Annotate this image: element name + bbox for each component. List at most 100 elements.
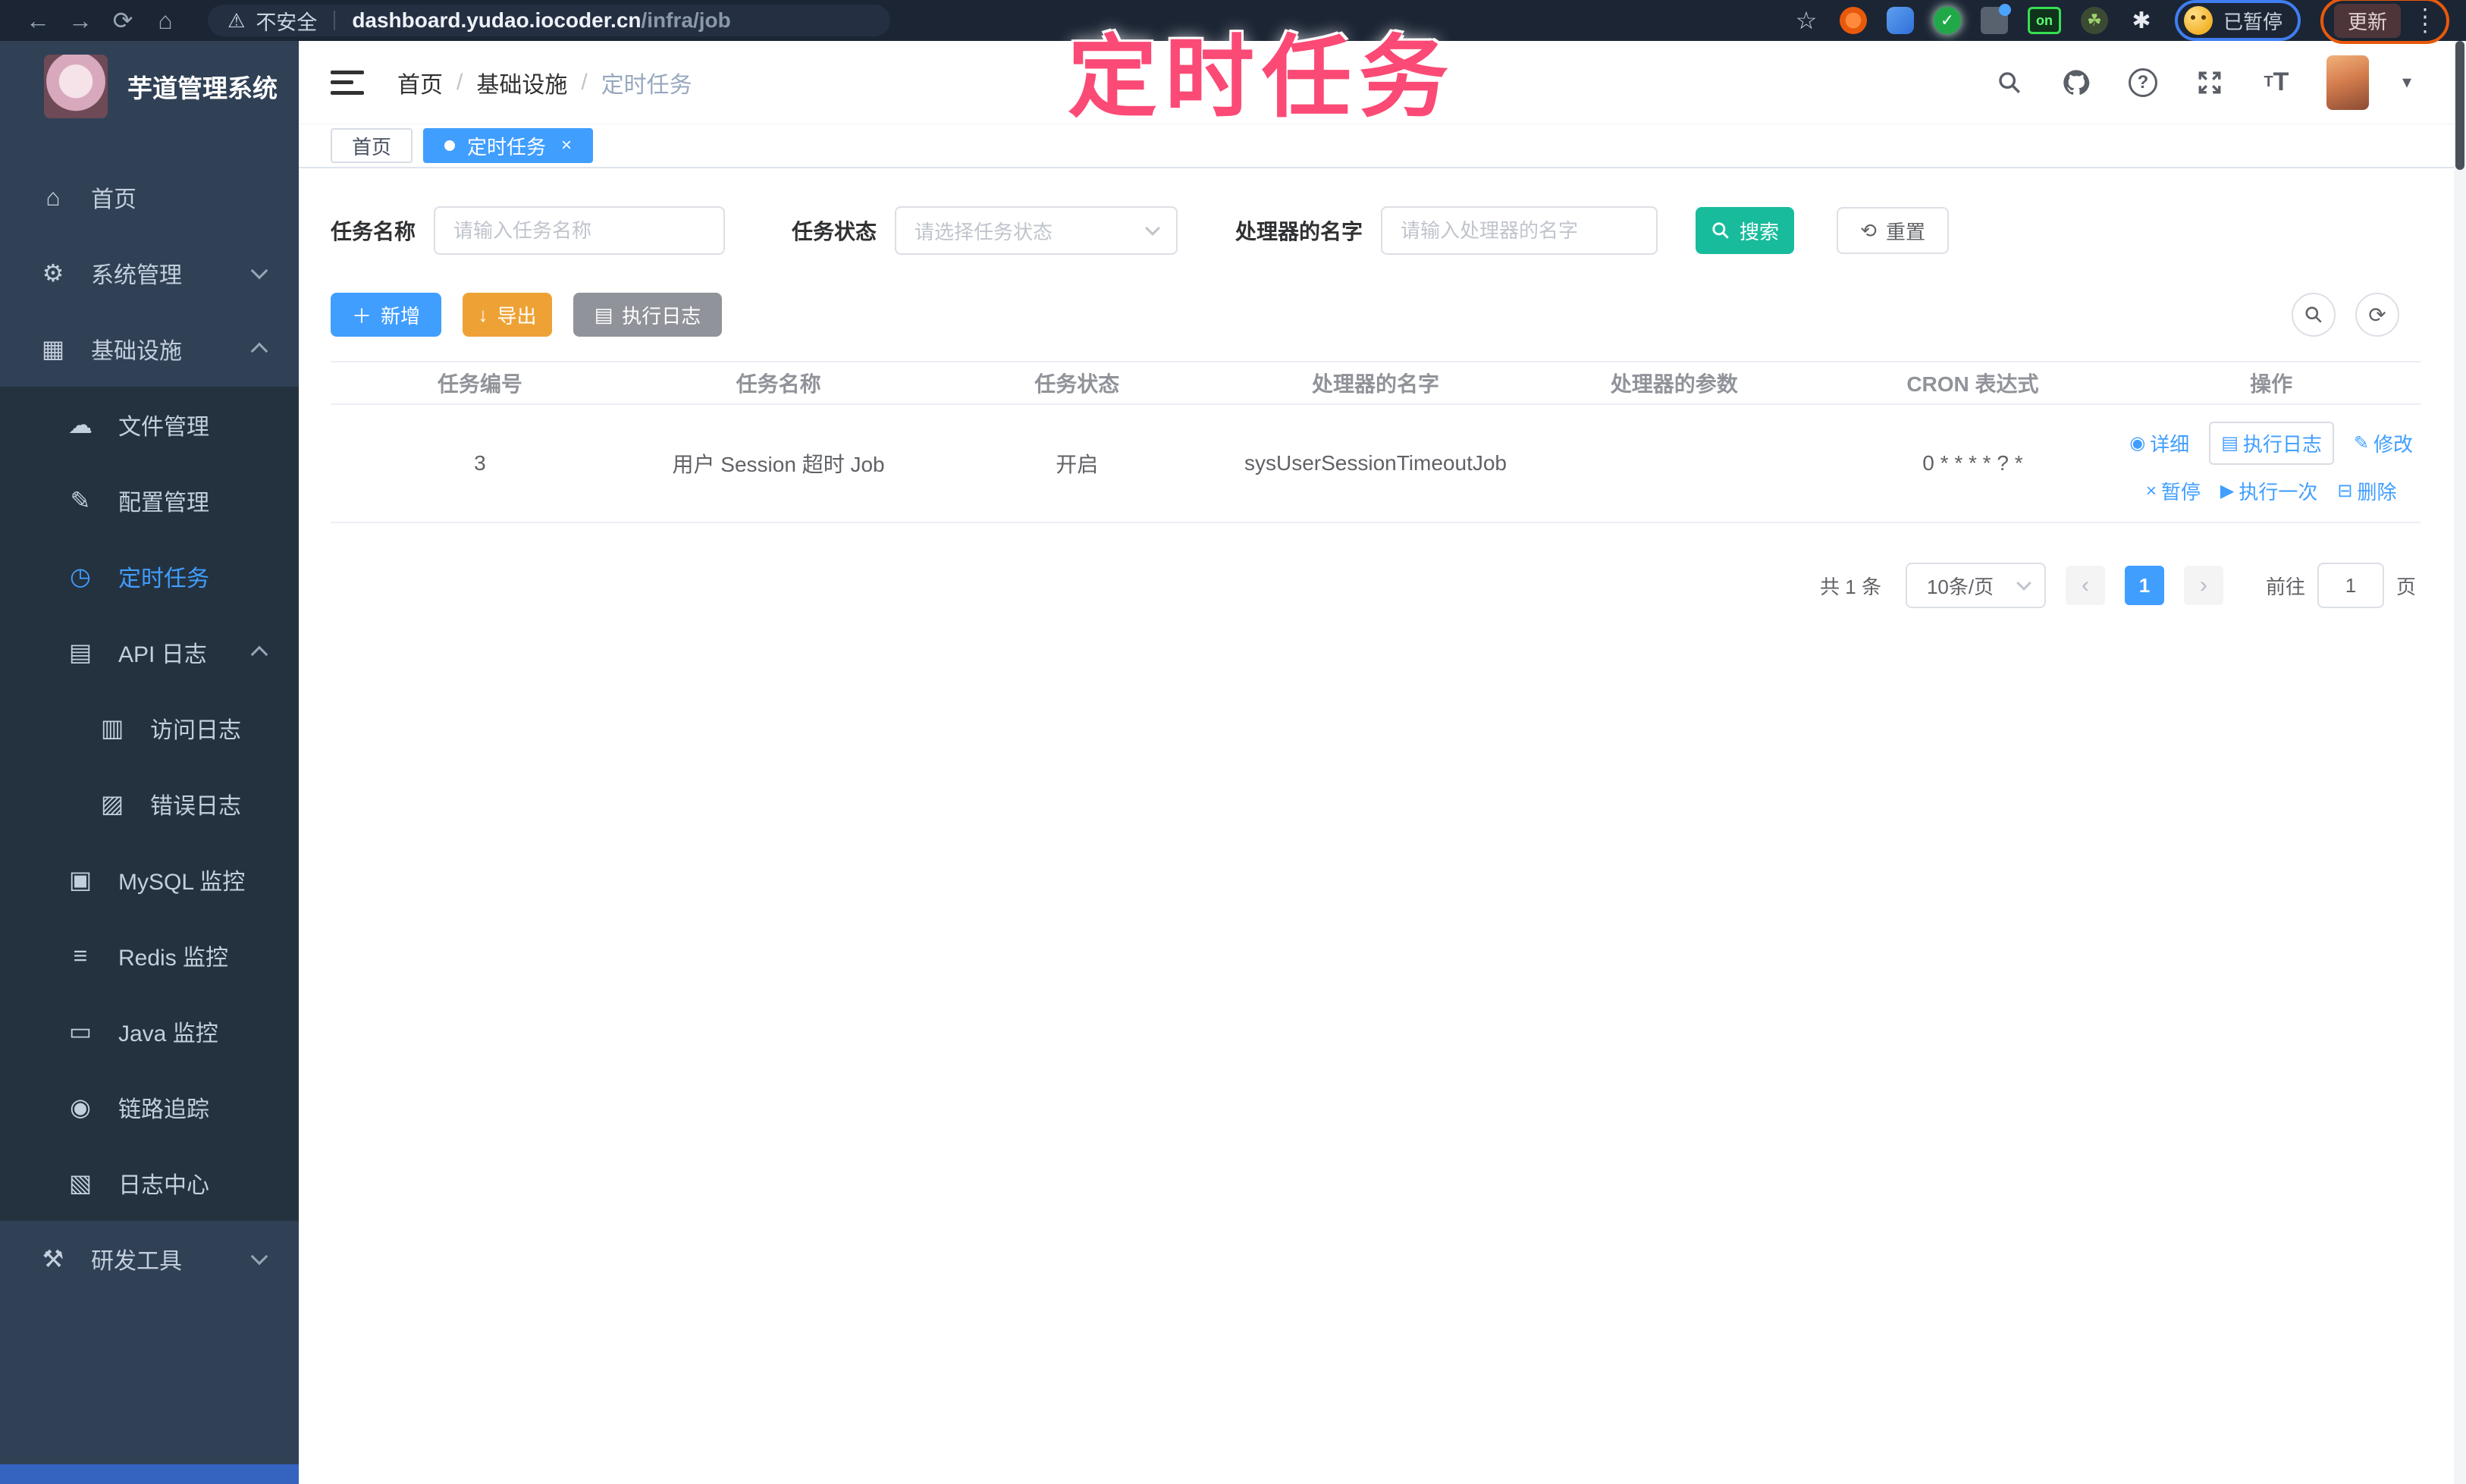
search-button[interactable]: 搜索 bbox=[1696, 207, 1795, 254]
run-once-link[interactable]: ▶ 执行一次 bbox=[2220, 477, 2317, 505]
window-scrollbar[interactable] bbox=[2454, 41, 2466, 1484]
scrollbar-thumb[interactable] bbox=[2455, 41, 2464, 170]
eye-icon: ◉ bbox=[70, 1093, 91, 1121]
main-area: 首页 / 基础设施 / 定时任务 ? T T ▾ 首页 定时任务 × 任务名称 … bbox=[299, 41, 2454, 1484]
address-bar[interactable]: ⚠ 不安全 dashboard.yudao.iocoder.cn/infra/j… bbox=[208, 5, 890, 36]
execution-log-button[interactable]: ▤ 执行日志 bbox=[573, 293, 722, 337]
browser-back-icon[interactable]: ← bbox=[17, 7, 59, 35]
job-status-select[interactable]: 请选择任务状态 bbox=[895, 206, 1178, 255]
sidebar-item-redis[interactable]: ≡ Redis 监控 bbox=[0, 918, 299, 993]
extension-check-icon[interactable]: ✓ bbox=[1933, 7, 1961, 34]
database-icon: ▣ bbox=[68, 866, 93, 893]
sidebar-item-home[interactable]: ⌂ 首页 bbox=[0, 159, 299, 235]
document-icon: ▤ bbox=[68, 638, 93, 666]
browser-menu-icon[interactable]: ⋮ ⋮ bbox=[2414, 6, 2436, 35]
col-header-id: 任务编号 bbox=[437, 372, 522, 396]
table-tools: ⟳ bbox=[2292, 293, 2399, 337]
col-header-status: 任务状态 bbox=[1034, 372, 1120, 396]
home-icon: ⌂ bbox=[45, 183, 61, 211]
page-1-button[interactable]: 1 bbox=[2124, 566, 2164, 605]
fullscreen-icon[interactable] bbox=[2193, 66, 2226, 99]
pause-link[interactable]: × 暂停 bbox=[2146, 477, 2201, 505]
sidebar-item-api-log[interactable]: ▤ API 日志 bbox=[0, 614, 299, 690]
sidebar-item-job[interactable]: ◷ 定时任务 bbox=[0, 538, 299, 614]
app-logo-row[interactable]: 芋道管理系统 bbox=[0, 41, 299, 132]
not-secure-warning-icon: ⚠ bbox=[227, 8, 246, 32]
refresh-button[interactable]: ⟳ bbox=[2355, 293, 2399, 337]
browser-forward-icon[interactable]: → bbox=[59, 7, 102, 35]
detail-link[interactable]: ◉ 详细 bbox=[2129, 429, 2189, 457]
sidebar-item-access-log[interactable]: ▥ 访问日志 bbox=[0, 690, 299, 766]
dashboard-icon: ▦ bbox=[41, 335, 65, 362]
col-header-param: 处理器的参数 bbox=[1610, 372, 1738, 396]
sidebar-item-java[interactable]: ▭ Java 监控 bbox=[0, 993, 299, 1069]
tab-job-active[interactable]: 定时任务 × bbox=[423, 128, 594, 163]
breadcrumb-infra[interactable]: 基础设施 bbox=[476, 66, 567, 99]
active-tab-dot bbox=[444, 140, 456, 151]
sidebar-item-infra[interactable]: ▦ 基础设施 bbox=[0, 311, 299, 387]
document-icon: ▥ bbox=[100, 714, 124, 742]
layers-icon: ≡ bbox=[73, 941, 88, 969]
extension-icon[interactable] bbox=[1886, 7, 1914, 34]
prev-page-button[interactable]: ‹ bbox=[2065, 566, 2105, 605]
next-page-button[interactable]: › bbox=[2183, 566, 2223, 605]
extensions-puzzle-icon[interactable]: ✱ bbox=[2128, 7, 2155, 34]
profile-paused-group[interactable]: 已暂停 bbox=[2174, 0, 2301, 41]
infra-submenu: ☁ 文件管理 ✎ 配置管理 ◷ 定时任务 ▤ API 日志 ▥ 访问日志 ▨ 错… bbox=[0, 387, 299, 1221]
browser-reload-icon[interactable]: ⟳ bbox=[102, 6, 144, 35]
breadcrumb-home[interactable]: 首页 bbox=[397, 66, 443, 99]
sidebar-item-log-center[interactable]: ▧ 日志中心 bbox=[0, 1145, 299, 1221]
row-log-link[interactable]: ▤ 执行日志 bbox=[2209, 422, 2334, 465]
edit-icon: ✎ bbox=[70, 487, 91, 514]
total-count: 共 1 条 bbox=[1820, 575, 1881, 598]
sidebar-item-mysql[interactable]: ▣ MySQL 监控 bbox=[0, 842, 299, 918]
search-icon[interactable] bbox=[1993, 66, 2026, 99]
job-name-input[interactable] bbox=[434, 206, 726, 255]
sidebar-collapse-icon[interactable] bbox=[331, 67, 364, 98]
sidebar-item-config[interactable]: ✎ 配置管理 bbox=[0, 463, 299, 538]
extension-leaf-icon[interactable]: ☘ bbox=[2080, 7, 2108, 34]
bookmark-star-icon[interactable]: ☆ bbox=[1793, 7, 1820, 34]
sidebar-item-error-log[interactable]: ▨ 错误日志 bbox=[0, 766, 299, 842]
plus-icon: ＋ bbox=[351, 304, 372, 328]
export-button[interactable]: ↓ 导出 bbox=[463, 293, 552, 337]
goto-page-input[interactable] bbox=[2317, 563, 2384, 608]
avatar-caret-icon[interactable]: ▾ bbox=[2402, 71, 2411, 93]
sidebar-item-devtools[interactable]: ⚒ 研发工具 bbox=[0, 1221, 299, 1297]
handler-name-input[interactable] bbox=[1381, 206, 1658, 255]
font-size-icon[interactable]: TT bbox=[2260, 66, 2293, 99]
extension-grid-icon[interactable] bbox=[1980, 4, 2011, 34]
list-icon: ▤ bbox=[594, 303, 613, 326]
goto-page: 前往 页 bbox=[2266, 563, 2416, 608]
browser-home-icon[interactable]: ⌂ bbox=[144, 7, 187, 35]
github-icon[interactable] bbox=[2060, 66, 2093, 99]
delete-link[interactable]: ⊟ 删除 bbox=[2337, 477, 2396, 505]
reset-icon: ⟲ bbox=[1860, 218, 1877, 242]
tab-home[interactable]: 首页 bbox=[331, 128, 413, 163]
help-icon[interactable]: ? bbox=[2126, 66, 2160, 99]
extension-icon[interactable] bbox=[1839, 7, 1867, 34]
security-label[interactable]: 不安全 bbox=[256, 6, 317, 36]
page-size-select[interactable]: 10条/页 bbox=[1905, 563, 2046, 608]
user-avatar[interactable] bbox=[2326, 55, 2369, 110]
browser-toolbar: ← → ⟳ ⌂ ⚠ 不安全 dashboard.yudao.iocoder.cn… bbox=[0, 0, 2466, 44]
toggle-search-button[interactable] bbox=[2292, 293, 2336, 337]
edit-link[interactable]: ✎ 修改 bbox=[2354, 429, 2413, 457]
cell-job-name: 用户 Session 超时 Job bbox=[672, 453, 885, 476]
cell-handler-name: sysUserSessionTimeoutJob bbox=[1244, 451, 1507, 475]
sidebar-item-system[interactable]: ⚙ 系统管理 bbox=[0, 235, 299, 311]
close-tab-icon[interactable]: × bbox=[561, 135, 572, 156]
extension-on-badge[interactable]: on bbox=[2027, 7, 2061, 34]
add-button[interactable]: ＋ 新增 bbox=[331, 293, 441, 337]
cell-cron: 0 * * * * ? * bbox=[1922, 451, 2023, 475]
sidebar-item-trace[interactable]: ◉ 链路追踪 bbox=[0, 1069, 299, 1145]
sidebar-item-file[interactable]: ☁ 文件管理 bbox=[0, 387, 299, 463]
app-header: 首页 / 基础设施 / 定时任务 ? T T ▾ bbox=[299, 41, 2454, 124]
url-host: dashboard.yudao.iocoder.cn bbox=[352, 8, 642, 32]
jobs-table: 任务编号 任务名称 任务状态 处理器的名字 处理器的参数 CRON 表达式 操作… bbox=[331, 361, 2421, 523]
chevron-up-icon bbox=[250, 645, 268, 664]
update-button[interactable]: 更新 bbox=[2333, 3, 2401, 38]
url-path: /infra/job bbox=[641, 8, 731, 32]
reset-button[interactable]: ⟲ 重置 bbox=[1837, 207, 1950, 254]
header-actions: ? TT ▾ bbox=[1993, 55, 2411, 110]
